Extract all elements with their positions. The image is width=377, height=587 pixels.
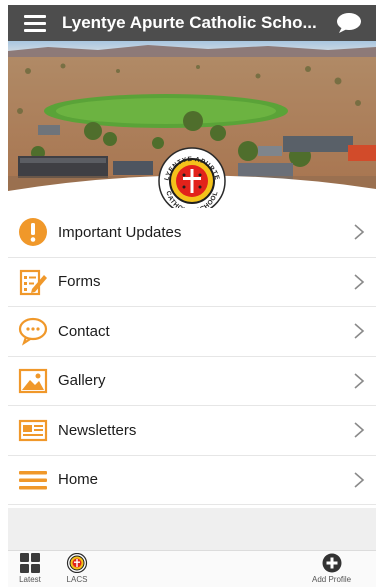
- alert-icon: [18, 217, 48, 247]
- tab-latest[interactable]: Latest: [19, 553, 41, 584]
- chat-bubble-icon[interactable]: [336, 12, 362, 34]
- hero-banner: LYENTYE APURTE CATHOLIC SCHOOL: [8, 41, 376, 208]
- form-icon: [18, 267, 48, 297]
- menu-item-label: Home: [58, 471, 99, 489]
- app-title: Lyentye Apurte Catholic Scho...: [62, 13, 317, 32]
- hamburger-icon[interactable]: [24, 14, 48, 32]
- chat-icon: [18, 316, 48, 346]
- school-crest-icon: [66, 553, 88, 573]
- tab-label: Latest: [19, 575, 41, 584]
- chevron-right-icon: [352, 421, 366, 439]
- menu-item-forms[interactable]: Forms: [8, 257, 376, 307]
- tab-label: LACS: [66, 575, 88, 584]
- chevron-right-icon: [352, 372, 366, 390]
- grid-icon: [20, 553, 40, 573]
- menu-item-label: Newsletters: [58, 421, 137, 439]
- bottom-tab-bar: Latest LACS Add Profile: [8, 550, 376, 587]
- menu-item-contact[interactable]: Contact: [8, 307, 376, 357]
- chevron-right-icon: [352, 471, 366, 489]
- chevron-right-icon: [352, 322, 366, 340]
- menu-item-important-updates[interactable]: Important Updates: [8, 208, 376, 258]
- menu-item-label: Forms: [58, 273, 101, 291]
- tab-add-profile[interactable]: Add Profile: [312, 553, 351, 584]
- home-menu-icon: [18, 465, 48, 495]
- newsletter-icon: [18, 415, 48, 445]
- gallery-icon: [18, 366, 48, 396]
- school-crest: LYENTYE APURTE CATHOLIC SCHOOL: [158, 147, 226, 208]
- main-menu: Important Updates Forms Contact Gallery …: [8, 208, 376, 505]
- menu-item-gallery[interactable]: Gallery: [8, 356, 376, 406]
- tab-label: Add Profile: [312, 575, 352, 584]
- chevron-right-icon: [352, 223, 366, 241]
- empty-area: [8, 508, 376, 550]
- menu-item-label: Gallery: [58, 372, 106, 390]
- add-circle-icon: [322, 553, 342, 573]
- menu-item-home[interactable]: Home: [8, 455, 376, 505]
- menu-item-newsletters[interactable]: Newsletters: [8, 406, 376, 456]
- tab-lacs[interactable]: LACS: [66, 553, 88, 584]
- app-bar: Lyentye Apurte Catholic Scho...: [8, 5, 376, 41]
- menu-item-label: Important Updates: [58, 223, 182, 241]
- menu-item-label: Contact: [58, 322, 110, 340]
- chevron-right-icon: [352, 273, 366, 291]
